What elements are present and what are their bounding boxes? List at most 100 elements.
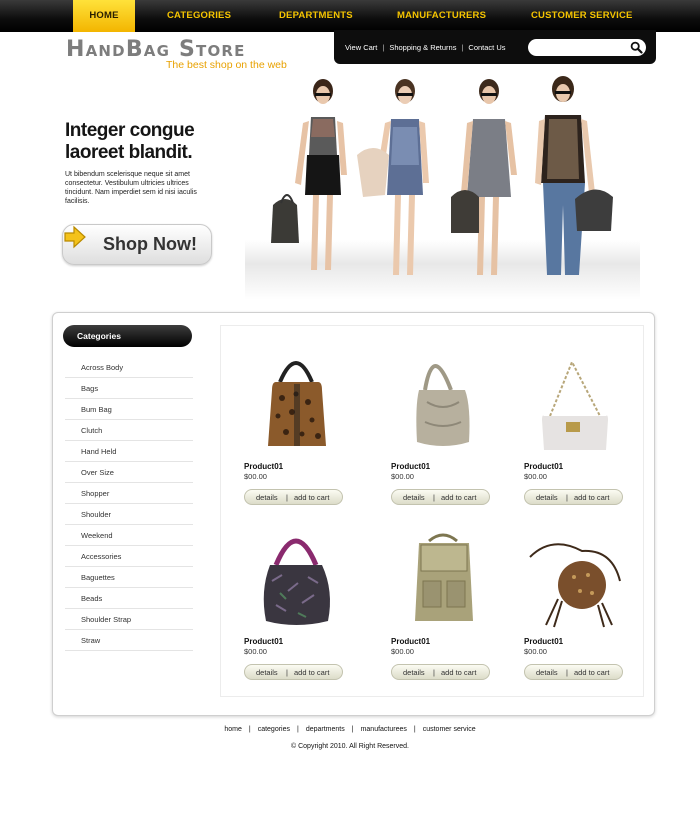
category-list: Across Body Bags Bum Bag Clutch Hand Hel… [65, 357, 193, 651]
category-item[interactable]: Beads [65, 588, 193, 609]
separator: | [461, 43, 464, 52]
nav-home[interactable]: Home [73, 0, 135, 32]
categories-heading-bar: Categories [63, 325, 192, 347]
footer-link-departments[interactable]: departments [306, 726, 345, 733]
product-card: Product01 $00.00 details | add to cart [242, 346, 352, 506]
category-label[interactable]: Across Body [65, 357, 193, 378]
separator: | [433, 668, 435, 677]
category-label[interactable]: Shoulder [65, 504, 193, 525]
nav-customer-service[interactable]: Customer Service [531, 0, 633, 32]
details-button[interactable]: details [536, 493, 558, 502]
details-button[interactable]: details [256, 493, 278, 502]
category-item[interactable]: Over Size [65, 462, 193, 483]
utility-links: View Cart | Shopping & Returns | Contact Us [345, 43, 506, 52]
category-label[interactable]: Over Size [65, 462, 193, 483]
category-label[interactable]: Bum Bag [65, 399, 193, 420]
product-image[interactable] [389, 346, 499, 456]
copyright: © Copyright 2010. All Right Reserved. [291, 743, 409, 750]
product-card: Product01 $00.00 details | add to cart [522, 521, 632, 681]
product-actions: details | add to cart [244, 489, 343, 505]
product-actions: details | add to cart [524, 664, 623, 680]
category-label[interactable]: Baguettes [65, 567, 193, 588]
categories-heading: Categories [77, 331, 121, 341]
separator: | [297, 726, 299, 733]
product-name[interactable]: Product01 [391, 637, 430, 646]
category-label[interactable]: Bags [65, 378, 193, 399]
product-price: $00.00 [244, 472, 267, 481]
contact-us-link[interactable]: Contact Us [468, 43, 505, 52]
add-to-cart-button[interactable]: add to cart [574, 493, 609, 502]
main-content: Categories Across Body Bags Bum Bag Clut… [52, 312, 655, 716]
add-to-cart-button[interactable]: add to cart [294, 493, 329, 502]
category-item[interactable]: Baguettes [65, 567, 193, 588]
category-label[interactable]: Shopper [65, 483, 193, 504]
category-item[interactable]: Hand Held [65, 441, 193, 462]
product-image[interactable] [242, 521, 352, 631]
nav-departments[interactable]: Departments [279, 0, 353, 32]
category-label[interactable]: Weekend [65, 525, 193, 546]
footer-link-categories[interactable]: categories [258, 726, 290, 733]
product-actions: details | add to cart [391, 489, 490, 505]
separator: | [382, 43, 385, 52]
category-item[interactable]: Bags [65, 378, 193, 399]
add-to-cart-button[interactable]: add to cart [441, 668, 476, 677]
product-actions: details | add to cart [244, 664, 343, 680]
footer-links: home | categories | departments | manufacturee… [0, 726, 700, 733]
category-item[interactable]: Shoulder Strap [65, 609, 193, 630]
category-label[interactable]: Shoulder Strap [65, 609, 193, 630]
category-item[interactable]: Shoulder [65, 504, 193, 525]
logo[interactable]: HandBag Store The best shop on the web [66, 38, 287, 72]
product-price: $00.00 [244, 647, 267, 656]
separator: | [248, 726, 251, 733]
product-name[interactable]: Product01 [244, 637, 283, 646]
product-name[interactable]: Product01 [244, 462, 283, 471]
category-label[interactable]: Hand Held [65, 441, 193, 462]
view-cart-link[interactable]: View Cart [345, 43, 377, 52]
hero-title: Integer congue laoreet blandit. [65, 120, 195, 163]
product-price: $00.00 [524, 472, 547, 481]
category-item[interactable]: Across Body [65, 357, 193, 378]
category-label[interactable]: Accessories [65, 546, 193, 567]
add-to-cart-button[interactable]: add to cart [574, 668, 609, 677]
details-button[interactable]: details [403, 668, 425, 677]
product-name[interactable]: Product01 [524, 637, 563, 646]
product-price: $00.00 [391, 647, 414, 656]
footer-link-customer-service[interactable]: customer service [423, 726, 476, 733]
category-label[interactable]: Clutch [65, 420, 193, 441]
product-image[interactable] [389, 521, 499, 631]
category-item[interactable]: Accessories [65, 546, 193, 567]
shopping-returns-link[interactable]: Shopping & Returns [389, 43, 456, 52]
nav-categories[interactable]: Categories [167, 0, 231, 32]
product-name[interactable]: Product01 [524, 462, 563, 471]
footer-link-manufacturees[interactable]: manufacturees [361, 726, 407, 733]
nav-manufacturers[interactable]: Manufacturers [397, 0, 486, 32]
product-name[interactable]: Product01 [391, 462, 430, 471]
product-price: $00.00 [524, 647, 547, 656]
product-image[interactable] [522, 346, 632, 456]
product-card: Product01 $00.00 details | add to cart [242, 521, 352, 681]
product-actions: details | add to cart [524, 489, 623, 505]
search-input[interactable] [528, 39, 646, 56]
category-item[interactable]: Shopper [65, 483, 193, 504]
category-label[interactable]: Straw [65, 630, 193, 651]
add-to-cart-button[interactable]: add to cart [441, 493, 476, 502]
product-image[interactable] [242, 346, 352, 456]
product-actions: details | add to cart [391, 664, 490, 680]
product-card: Product01 $00.00 details | add to cart [389, 346, 499, 506]
search-icon[interactable] [630, 41, 643, 54]
utility-bar: View Cart | Shopping & Returns | Contact Us [334, 30, 656, 64]
category-item[interactable]: Bum Bag [65, 399, 193, 420]
add-to-cart-button[interactable]: add to cart [294, 668, 329, 677]
footer-link-home[interactable]: home [224, 726, 242, 733]
category-item[interactable]: Weekend [65, 525, 193, 546]
details-button[interactable]: details [536, 668, 558, 677]
details-button[interactable]: details [403, 493, 425, 502]
separator: | [286, 668, 288, 677]
category-item[interactable]: Straw [65, 630, 193, 651]
category-item[interactable]: Clutch [65, 420, 193, 441]
details-button[interactable]: details [256, 668, 278, 677]
shop-now-button[interactable]: Shop Now! [62, 224, 212, 265]
top-navigation: Home Categories Departments Manufacturer… [0, 0, 700, 32]
product-image[interactable] [522, 521, 632, 631]
category-label[interactable]: Beads [65, 588, 193, 609]
